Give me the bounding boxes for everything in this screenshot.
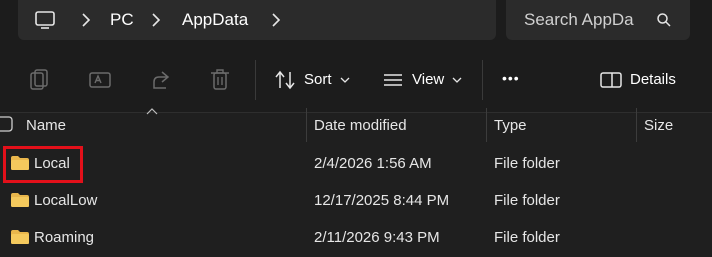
computer-icon[interactable]: [34, 9, 56, 31]
chevron-down-icon: [340, 76, 350, 84]
delete-icon[interactable]: [209, 68, 231, 92]
column-divider[interactable]: [486, 108, 487, 142]
folder-icon: [10, 229, 30, 245]
toolbar-divider: [255, 60, 256, 100]
view-icon: [382, 72, 404, 88]
more-options-button[interactable]: •••: [502, 68, 520, 88]
file-date: 2/4/2026 1:56 AM: [314, 155, 432, 172]
column-divider[interactable]: [636, 108, 637, 142]
column-header-name[interactable]: Name: [26, 116, 66, 136]
search-icon[interactable]: [656, 12, 672, 28]
file-type: File folder: [494, 229, 560, 246]
column-header-size[interactable]: Size: [644, 116, 673, 136]
chevron-right-icon[interactable]: [80, 12, 92, 28]
folder-icon: [10, 192, 30, 208]
view-button[interactable]: View: [380, 68, 466, 94]
details-pane-icon: [600, 72, 622, 88]
file-name[interactable]: Local: [34, 154, 70, 174]
select-all-checkbox[interactable]: [0, 116, 14, 132]
list-item[interactable]: LocalLow 12/17/2025 8:44 PM File folder: [0, 182, 712, 219]
file-date: 2/11/2026 9:43 PM: [314, 229, 440, 246]
list-item[interactable]: Roaming 2/11/2026 9:43 PM File folder: [0, 219, 712, 256]
sort-button[interactable]: Sort: [270, 68, 352, 94]
details-label: Details: [630, 71, 676, 88]
copy-icon[interactable]: [28, 68, 50, 92]
details-pane-button[interactable]: Details: [598, 68, 682, 94]
sort-label: Sort: [304, 71, 332, 88]
column-header-date-modified[interactable]: Date modified: [314, 116, 407, 136]
rename-icon[interactable]: [88, 68, 112, 92]
file-name[interactable]: Roaming: [34, 228, 94, 248]
column-divider[interactable]: [306, 108, 307, 142]
file-date: 12/17/2025 8:44 PM: [314, 192, 450, 209]
breadcrumb-item-pc[interactable]: PC: [110, 9, 134, 31]
search-input[interactable]: Search AppDa: [524, 9, 634, 31]
breadcrumb-item-appdata[interactable]: AppData: [182, 9, 248, 31]
file-type: File folder: [494, 192, 560, 209]
sort-icon: [274, 70, 296, 90]
column-header-type[interactable]: Type: [494, 116, 527, 136]
list-item[interactable]: Local 2/4/2026 1:56 AM File folder: [0, 145, 712, 183]
view-label: View: [412, 71, 445, 88]
sort-ascending-icon: [146, 108, 158, 115]
folder-icon: [10, 155, 30, 171]
share-icon[interactable]: [148, 68, 172, 92]
toolbar-divider: [482, 60, 483, 100]
file-name[interactable]: LocalLow: [34, 191, 97, 211]
file-type: File folder: [494, 155, 560, 172]
chevron-right-icon[interactable]: [270, 12, 282, 28]
chevron-right-icon[interactable]: [150, 12, 162, 28]
chevron-down-icon: [452, 76, 462, 84]
